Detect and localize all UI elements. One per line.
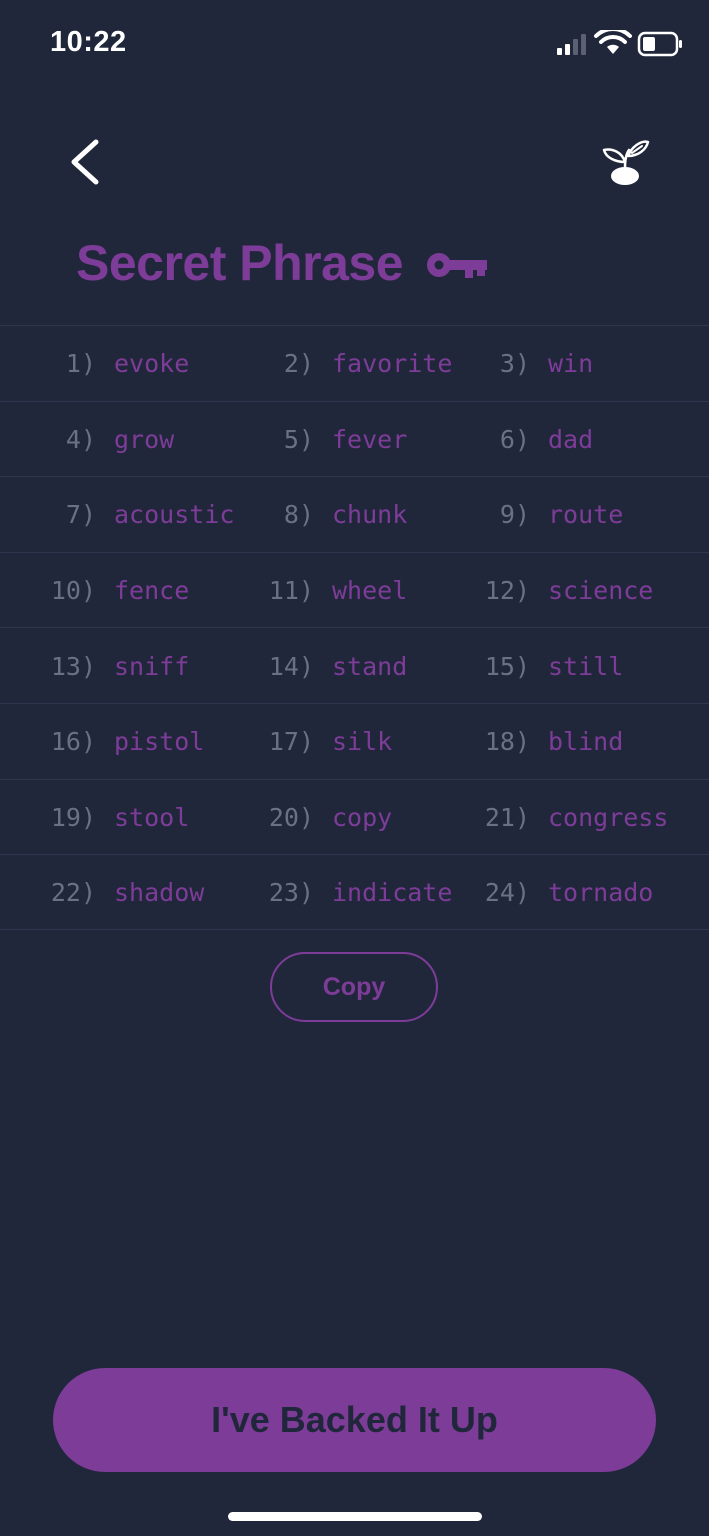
chevron-left-icon bbox=[71, 139, 99, 185]
word-number: 16) bbox=[50, 727, 96, 757]
word-text: science bbox=[548, 576, 654, 606]
phrase-word-item: 16) pistol bbox=[0, 704, 204, 780]
word-number: 10) bbox=[50, 576, 96, 606]
cellular-signal-icon bbox=[557, 34, 586, 55]
word-number: 8) bbox=[283, 500, 314, 530]
home-indicator bbox=[228, 1512, 482, 1521]
phrase-row: 16) pistol 17) silk 18) blind bbox=[0, 702, 709, 780]
phrase-row: 13) sniff 14) stand 15) still bbox=[0, 627, 709, 703]
word-text: fever bbox=[332, 424, 408, 454]
word-number: 21) bbox=[484, 802, 530, 832]
word-text: blind bbox=[548, 727, 624, 757]
word-number: 3) bbox=[499, 349, 530, 379]
phrase-word-item: 19) stool bbox=[0, 780, 189, 856]
phrase-row: 7) acoustic 8) chunk 9) route bbox=[0, 476, 709, 552]
phrase-word-item: 6) dad bbox=[434, 402, 593, 478]
word-text: tornado bbox=[548, 878, 654, 908]
phrase-row: 1) evoke 2) favorite 3) win bbox=[0, 325, 709, 401]
phrase-word-item: 12) science bbox=[434, 553, 654, 629]
phrase-word-item: 2) favorite bbox=[218, 326, 453, 402]
word-number: 13) bbox=[50, 651, 96, 681]
phrase-word-item: 20) copy bbox=[218, 780, 392, 856]
phrase-word-item: 17) silk bbox=[218, 704, 392, 780]
phrase-word-item: 11) wheel bbox=[218, 553, 407, 629]
backed-up-button[interactable]: I've Backed It Up bbox=[53, 1368, 656, 1472]
phrase-word-item: 21) congress bbox=[434, 780, 669, 856]
word-text: pistol bbox=[114, 727, 205, 757]
word-text: win bbox=[548, 349, 594, 379]
phrase-word-item: 15) still bbox=[434, 628, 623, 704]
phrase-word-item: 4) grow bbox=[0, 402, 174, 478]
word-number: 19) bbox=[50, 802, 96, 832]
word-text: stand bbox=[332, 651, 408, 681]
phrase-word-item: 3) win bbox=[434, 326, 593, 402]
plant-menu-button[interactable] bbox=[596, 136, 654, 190]
word-text: congress bbox=[548, 802, 669, 832]
word-number: 7) bbox=[65, 500, 96, 530]
word-text: still bbox=[548, 651, 624, 681]
word-text: fence bbox=[114, 576, 190, 606]
word-number: 11) bbox=[268, 576, 314, 606]
phrase-word-item: 22) shadow bbox=[0, 855, 204, 931]
secret-phrase-grid: 1) evoke 2) favorite 3) win 4) grow 5) fever 6) dad… bbox=[0, 325, 709, 930]
word-text: acoustic bbox=[114, 500, 235, 530]
word-number: 20) bbox=[268, 802, 314, 832]
word-text: wheel bbox=[332, 576, 408, 606]
word-number: 14) bbox=[268, 651, 314, 681]
word-text: evoke bbox=[114, 349, 190, 379]
phrase-word-item: 13) sniff bbox=[0, 628, 189, 704]
word-text: dad bbox=[548, 424, 594, 454]
phrase-row: 10) fence 11) wheel 12) science bbox=[0, 551, 709, 629]
phrase-row: 4) grow 5) fever 6) dad bbox=[0, 400, 709, 478]
word-text: stool bbox=[114, 802, 190, 832]
phrase-word-item: 14) stand bbox=[218, 628, 407, 704]
battery-icon bbox=[637, 31, 682, 57]
phrase-row: 22) shadow 23) indicate 24) tornado bbox=[0, 854, 709, 930]
word-number: 17) bbox=[268, 727, 314, 757]
phrase-word-item: 8) chunk bbox=[218, 477, 407, 553]
page-title-row: Secret Phrase bbox=[76, 228, 489, 298]
phrase-row: 19) stool 20) copy 21) congress bbox=[0, 778, 709, 856]
phrase-word-item: 24) tornado bbox=[434, 855, 654, 931]
key-icon bbox=[427, 253, 488, 278]
wifi-icon bbox=[594, 30, 632, 54]
phrase-word-item: 23) indicate bbox=[218, 855, 453, 931]
phrase-word-item: 7) acoustic bbox=[0, 477, 235, 553]
word-text: shadow bbox=[114, 878, 205, 908]
phrase-word-item: 5) fever bbox=[218, 402, 407, 478]
status-icons bbox=[557, 30, 682, 57]
word-number: 6) bbox=[499, 424, 530, 454]
word-text: sniff bbox=[114, 651, 190, 681]
word-number: 22) bbox=[50, 878, 96, 908]
phrase-word-item: 9) route bbox=[434, 477, 623, 553]
word-text: route bbox=[548, 500, 624, 530]
word-number: 18) bbox=[484, 727, 530, 757]
word-number: 24) bbox=[484, 878, 530, 908]
status-time: 10:22 bbox=[50, 26, 127, 58]
plant-sprout-icon bbox=[602, 140, 650, 185]
word-number: 9) bbox=[499, 500, 530, 530]
copy-button[interactable]: Copy bbox=[270, 952, 438, 1022]
phrase-word-item: 18) blind bbox=[434, 704, 623, 780]
phrase-word-item: 10) fence bbox=[0, 553, 189, 629]
word-text: chunk bbox=[332, 500, 408, 530]
word-number: 12) bbox=[484, 576, 530, 606]
word-text: silk bbox=[332, 727, 393, 757]
word-text: grow bbox=[114, 424, 175, 454]
page-title: Secret Phrase bbox=[76, 235, 404, 291]
word-number: 1) bbox=[65, 349, 96, 379]
word-text: copy bbox=[332, 802, 393, 832]
word-number: 4) bbox=[65, 424, 96, 454]
status-bar: 10:22 bbox=[0, 0, 709, 90]
word-number: 2) bbox=[283, 349, 314, 379]
phrase-word-item: 1) evoke bbox=[0, 326, 189, 402]
word-number: 23) bbox=[268, 878, 314, 908]
back-button[interactable] bbox=[60, 130, 112, 194]
word-number: 5) bbox=[283, 424, 314, 454]
word-number: 15) bbox=[484, 651, 530, 681]
